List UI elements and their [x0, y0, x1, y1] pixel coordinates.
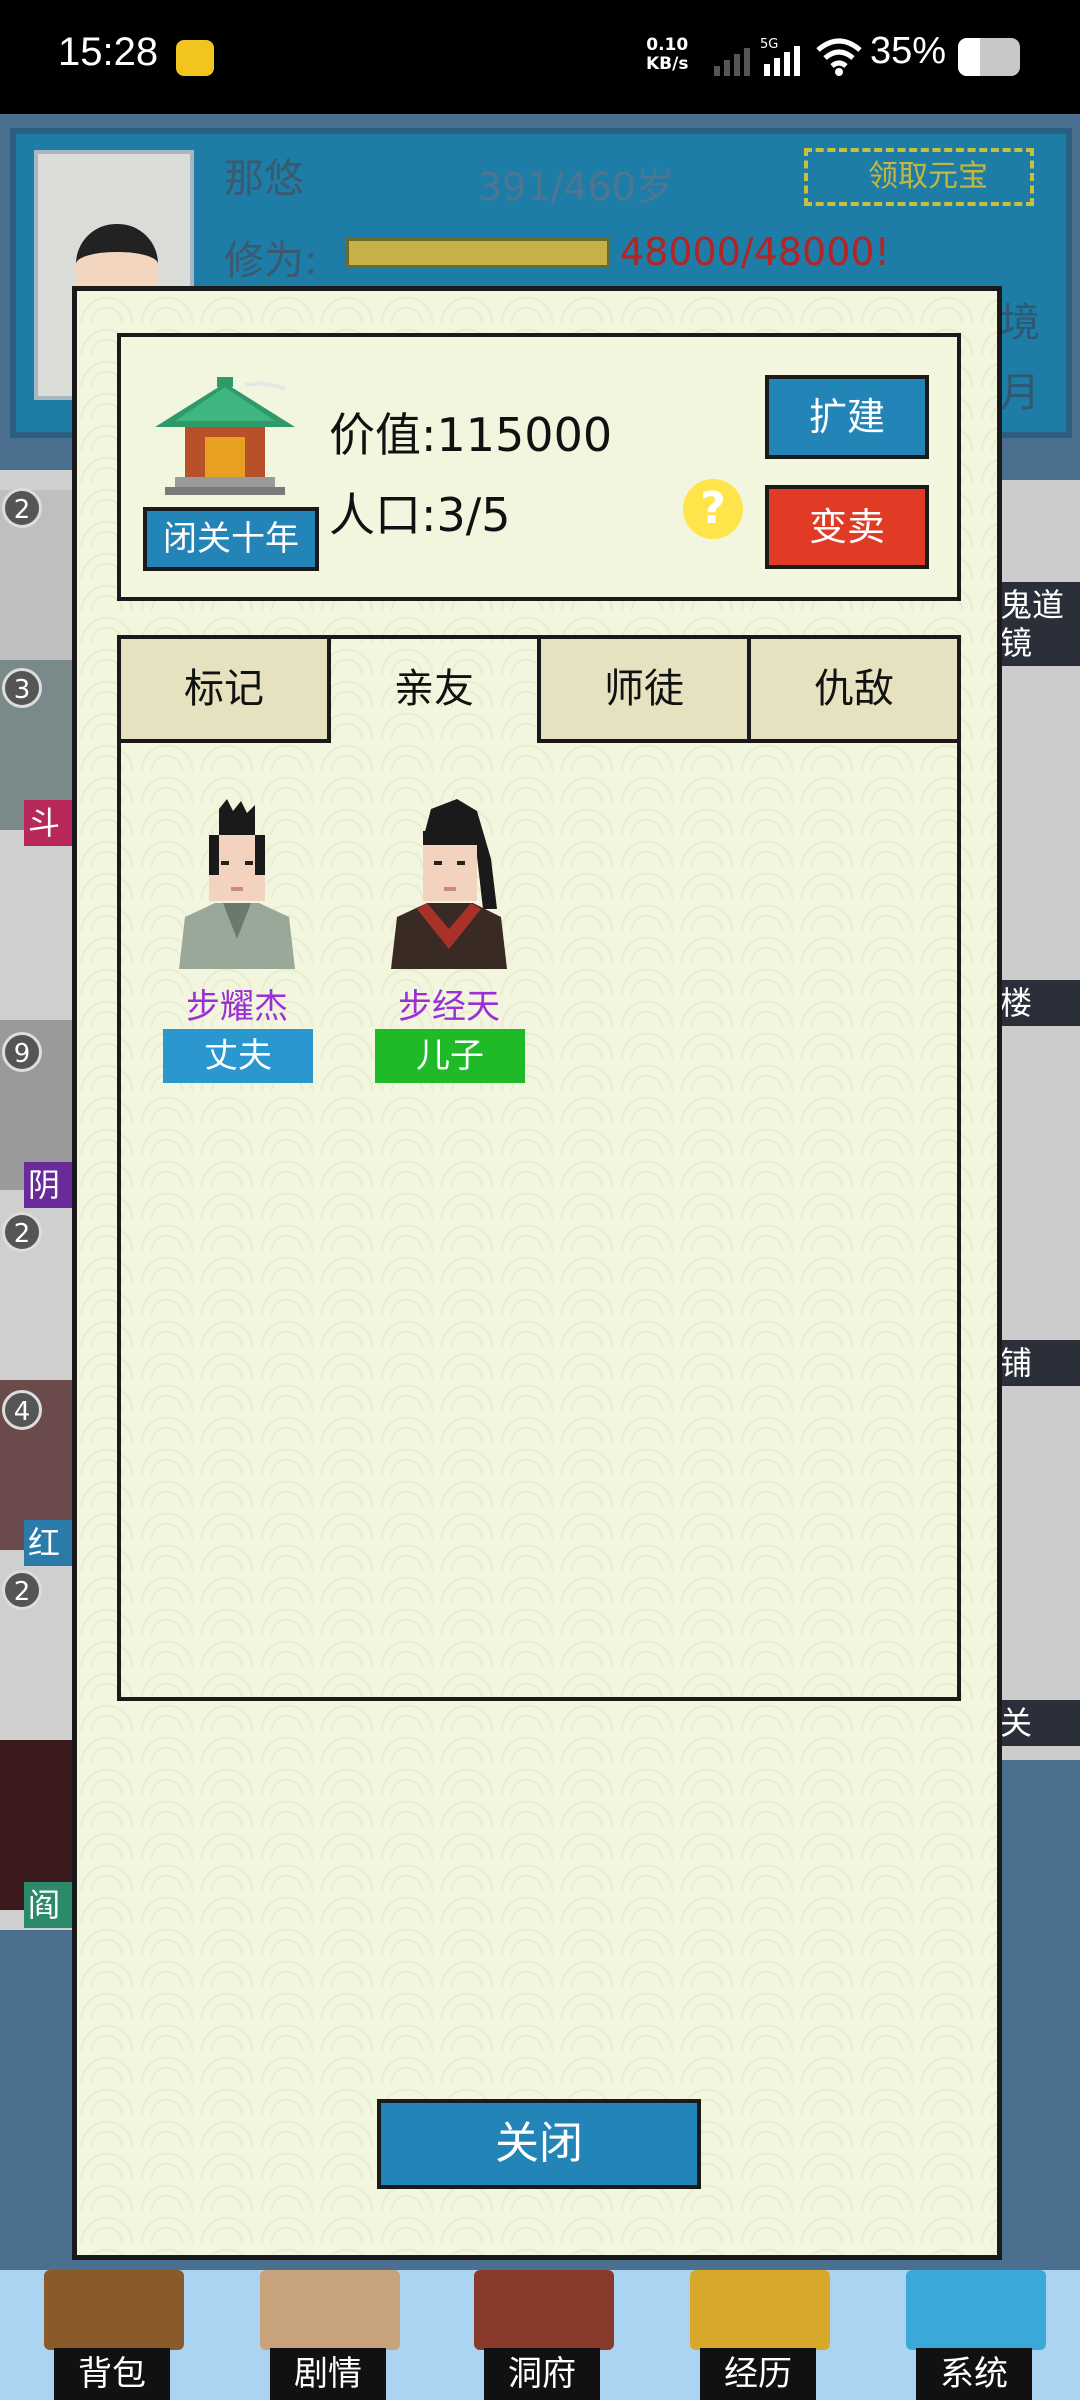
avatar — [391, 799, 507, 969]
expand-button[interactable]: 扩建 — [765, 375, 929, 459]
cultivation-bar — [346, 238, 610, 268]
dwelling-icon — [155, 377, 295, 495]
relations-panel: 标记 亲友 师徒 仇敌 步耀杰 丈夫 步经天 儿子 — [117, 635, 961, 1701]
cultivation-label: 修为: — [224, 238, 318, 284]
dwelling-info-panel: 闭关十年 价值:115000 人口:3/5 ? 扩建 变卖 — [117, 333, 961, 601]
location-tag: 关 — [1000, 1700, 1080, 1746]
nav-system[interactable]: 系统 — [896, 2270, 1056, 2400]
month-text: 月 — [1000, 370, 1040, 416]
location-tag: 镜 — [1000, 620, 1080, 666]
wifi-icon — [816, 38, 862, 76]
avatar — [179, 799, 295, 969]
nav-label: 洞府 — [484, 2348, 600, 2400]
network-speed: 0.10 KB/s — [646, 35, 689, 74]
relative-name: 步经天 — [398, 987, 500, 1027]
nav-backpack[interactable]: 背包 — [34, 2270, 194, 2400]
settings-icon — [906, 2270, 1046, 2350]
backpack-icon — [44, 2270, 184, 2350]
help-icon[interactable]: ? — [683, 479, 743, 539]
seclusion-button[interactable]: 闭关十年 — [143, 507, 319, 571]
story-icon — [260, 2270, 400, 2350]
dwelling-value: 价值:115000 — [329, 408, 613, 462]
nav-story[interactable]: 剧情 — [250, 2270, 410, 2400]
relative-name: 步耀杰 — [186, 987, 288, 1027]
claim-ingot-button[interactable]: 领取元宝 — [804, 148, 1034, 206]
tab-marks[interactable]: 标记 — [121, 639, 331, 743]
cultivation-value: 48000/48000! — [620, 230, 890, 274]
location-badge: 2 — [2, 488, 42, 528]
location-tag: 铺 — [1000, 1340, 1080, 1386]
character-name: 那悠 — [224, 156, 304, 202]
location-badge: 2 — [2, 1212, 42, 1252]
location-badge: 2 — [2, 1570, 42, 1610]
nav-dwelling[interactable]: 洞府 — [464, 2270, 624, 2400]
location-badge: 3 — [2, 668, 42, 708]
realm-text: 境 — [1000, 300, 1040, 346]
nav-experience[interactable]: 经历 — [680, 2270, 840, 2400]
signal-icon — [714, 48, 750, 76]
svg-text:5G: 5G — [760, 37, 778, 52]
status-bar: 15:28 0.10 KB/s 5G 35% — [0, 0, 1080, 114]
sell-button[interactable]: 变卖 — [765, 485, 929, 569]
battery-percent: 35% — [870, 30, 947, 72]
tab-enemies[interactable]: 仇敌 — [751, 639, 957, 743]
close-button[interactable]: 关闭 — [377, 2099, 701, 2189]
experience-icon — [690, 2270, 830, 2350]
nav-label: 经历 — [700, 2348, 816, 2400]
relation-badge: 儿子 — [375, 1029, 525, 1083]
clock: 15:28 — [58, 30, 159, 74]
relation-badge: 丈夫 — [163, 1029, 313, 1083]
signal-5g-icon: 5G — [760, 37, 800, 76]
dwelling-dialog: 闭关十年 价值:115000 人口:3/5 ? 扩建 变卖 标记 亲友 师徒 仇… — [72, 286, 1002, 2260]
character-age: 391/460岁 — [478, 165, 674, 209]
location-badge: 4 — [2, 1390, 42, 1430]
location-list-right — [1000, 480, 1080, 1760]
nav-label: 系统 — [916, 2348, 1032, 2400]
nav-label: 剧情 — [270, 2348, 386, 2400]
tab-friends[interactable]: 亲友 — [331, 639, 541, 743]
location-tag: 楼 — [1000, 980, 1080, 1026]
location-badge: 9 — [2, 1032, 42, 1072]
dwelling-population: 人口:3/5 — [329, 488, 511, 542]
nav-label: 背包 — [54, 2348, 170, 2400]
battery-icon — [958, 38, 1020, 76]
dwelling-icon — [474, 2270, 614, 2350]
tab-masters[interactable]: 师徒 — [541, 639, 751, 743]
app-notification-icon — [176, 40, 214, 76]
